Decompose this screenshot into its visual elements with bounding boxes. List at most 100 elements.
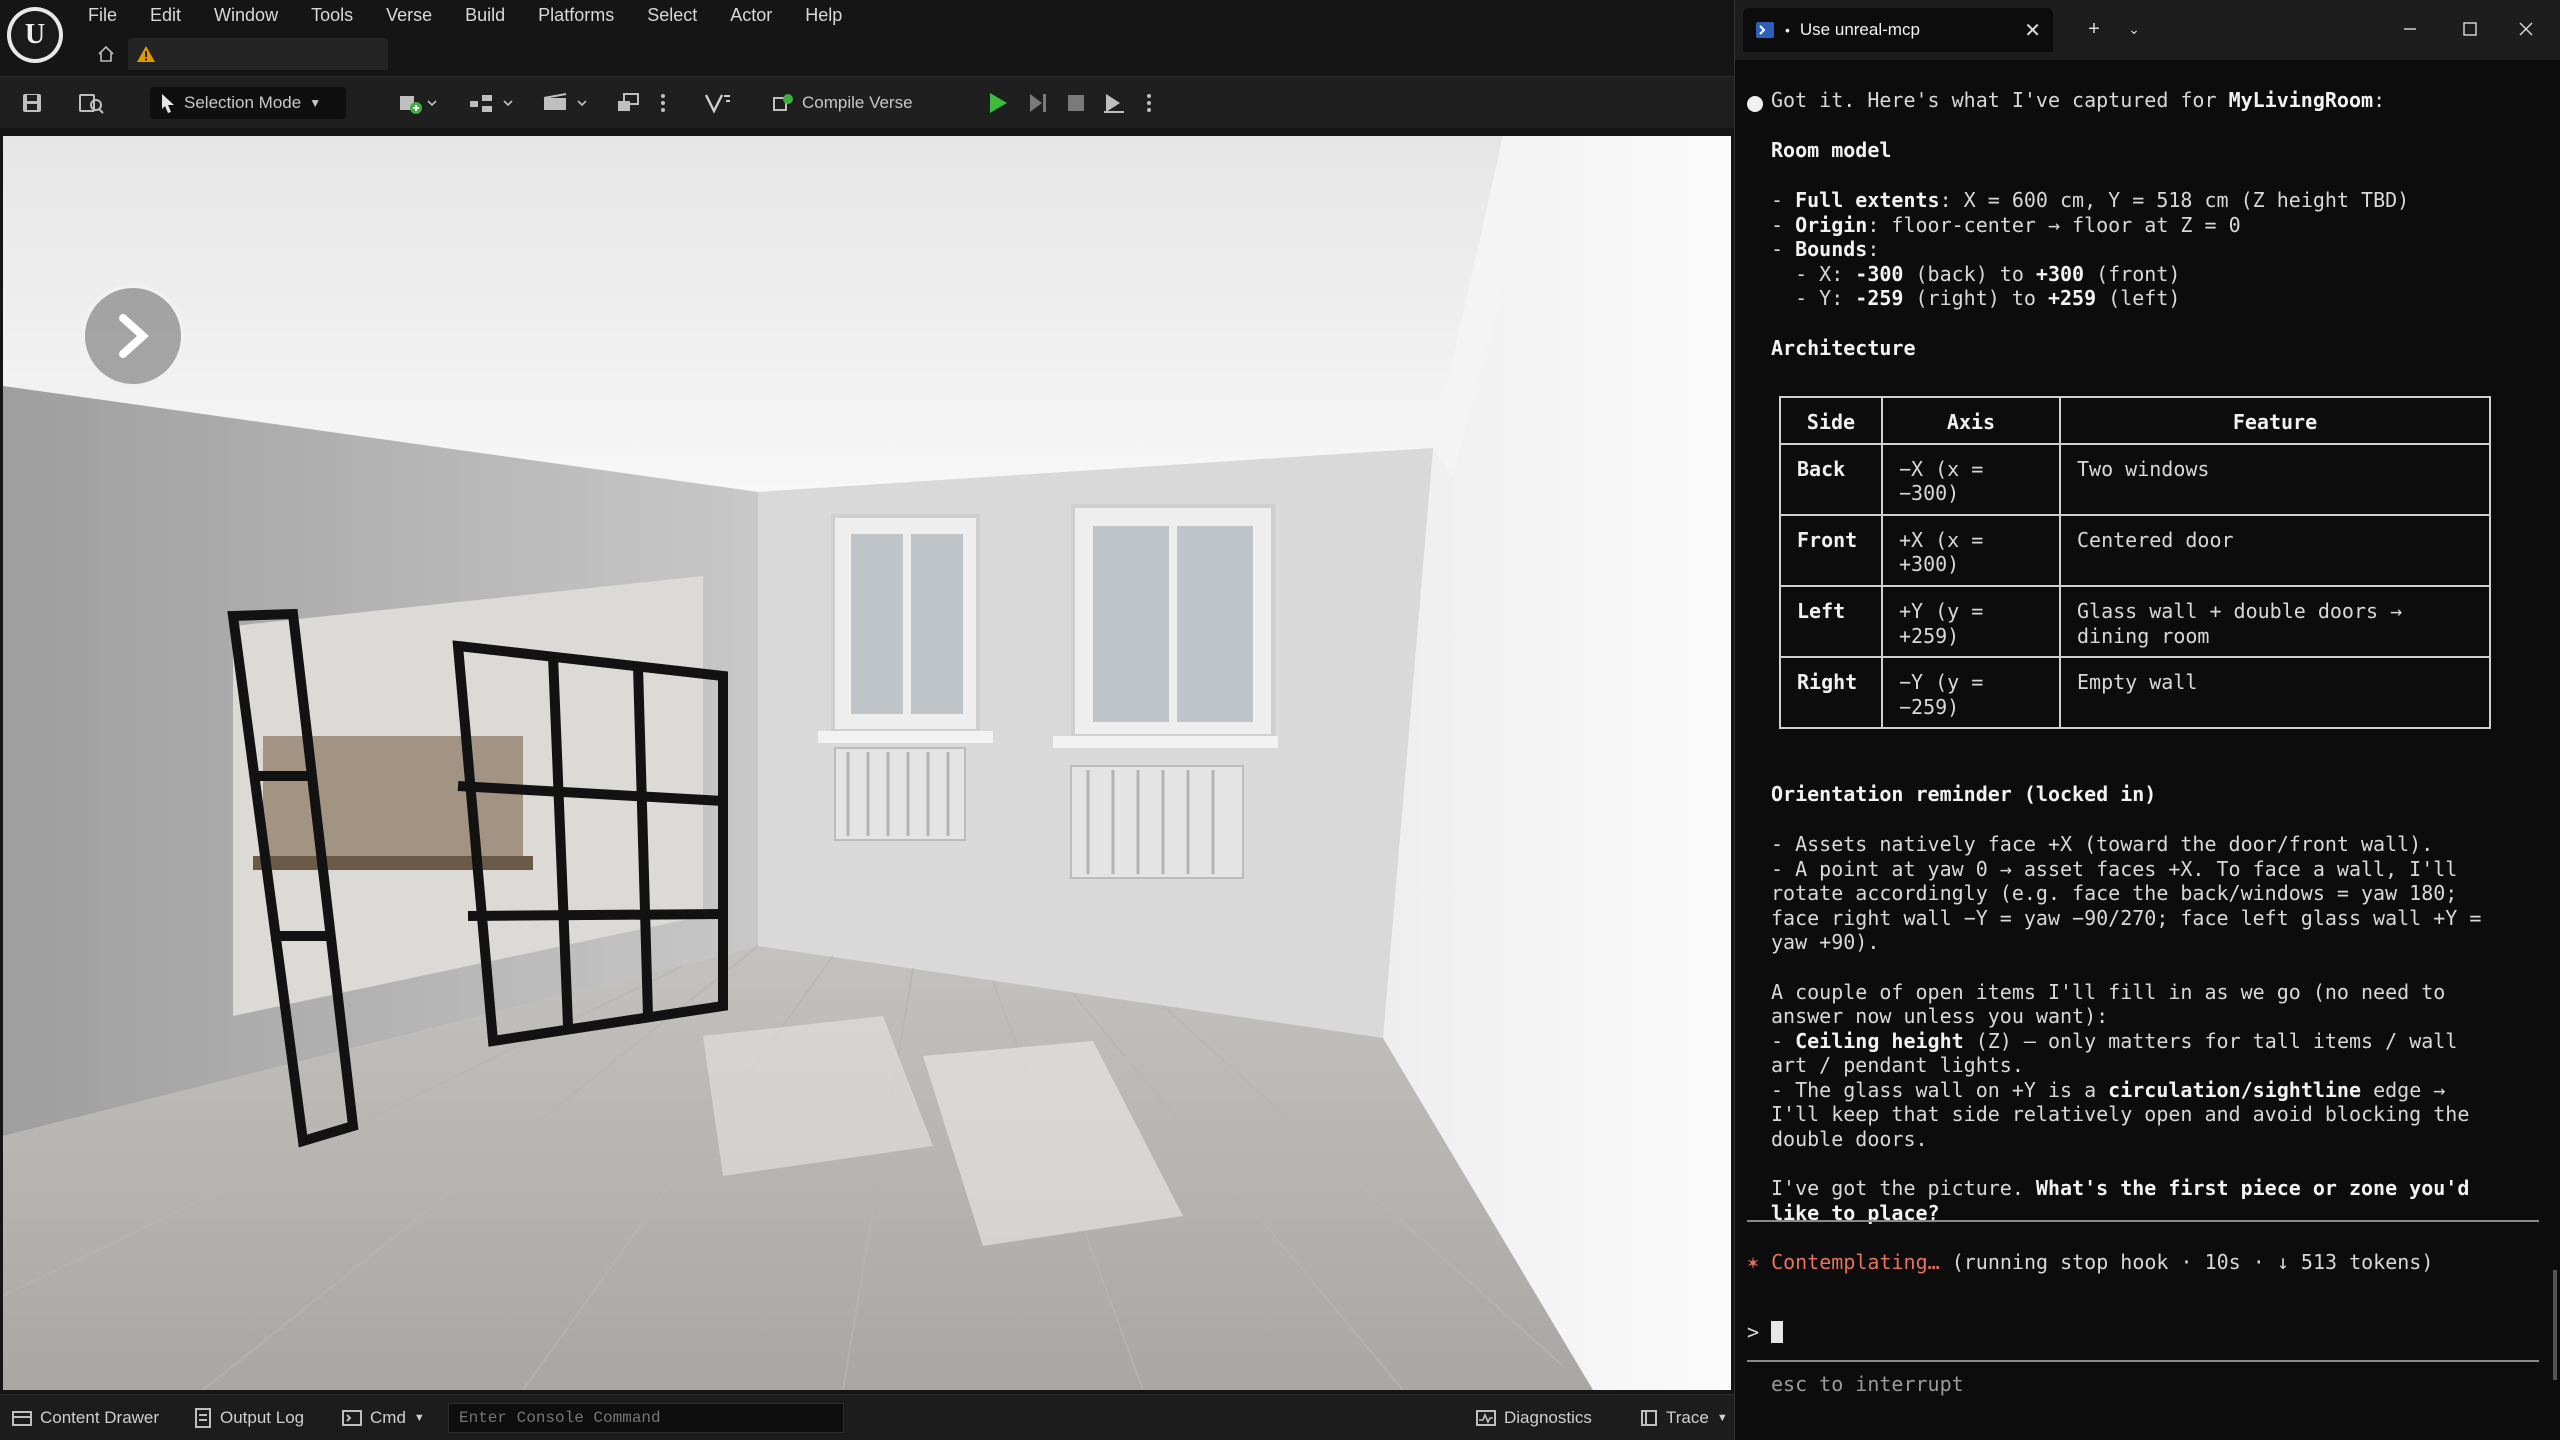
level-viewport[interactable] — [3, 136, 1731, 1390]
terminal-tab-title: Use unreal-mcp — [1799, 20, 1920, 39]
stop-icon[interactable] — [1060, 87, 1092, 119]
menu-file[interactable]: File — [88, 4, 117, 30]
home-tab[interactable] — [88, 39, 124, 69]
menu-tools[interactable]: Tools — [311, 4, 353, 30]
axis-line: +Y (y = — [1899, 598, 1984, 623]
origin-label: Origin — [1795, 213, 1868, 237]
tab-activity-dot: • — [1785, 22, 1790, 38]
unreal-logo-icon[interactable]: U — [7, 7, 63, 63]
verse-icon[interactable] — [700, 87, 736, 119]
bounds-x-mid: (back) to — [1903, 262, 2036, 286]
terminal-scrollbar[interactable] — [2553, 1270, 2557, 1380]
level-warning-icon — [137, 46, 155, 62]
prompt-input-cursor[interactable] — [1771, 1321, 1783, 1343]
more-options-icon[interactable] — [656, 87, 670, 119]
menu-build[interactable]: Build — [465, 4, 505, 30]
cmd-dropdown[interactable]: Cmd ▼ — [342, 1403, 425, 1433]
open-items-line: answer now unless you want): — [1771, 1004, 2109, 1028]
content-drawer-label: Content Drawer — [40, 1408, 160, 1427]
spinner-icon: ✶ — [1747, 1250, 1760, 1274]
chevron-down-icon: ▼ — [309, 96, 322, 110]
maximize-icon[interactable] — [2455, 14, 2485, 44]
table-cell-feature: Empty wall — [2059, 656, 2491, 730]
terminal-icon — [342, 1410, 362, 1426]
orientation-line: yaw +90). — [1771, 930, 1880, 954]
glass-line: - The glass wall on +Y is a circulation/… — [1771, 1078, 2445, 1103]
ceiling-text: (Z) — only matters for tall items / wall — [1963, 1029, 2458, 1053]
table-cell-axis: +X (x = +300) — [1881, 513, 2061, 587]
bounds-y-mid: (right) to — [1903, 286, 2048, 310]
question-line: I've got the picture. What's the first p… — [1771, 1176, 2469, 1201]
chevron-right-icon — [119, 314, 149, 358]
bounds-x-line: - X: -300 (back) to +300 (front) — [1771, 262, 2181, 286]
input-top-border — [1747, 1220, 2539, 1222]
compile-verse-label: Compile Verse — [802, 93, 913, 112]
blueprint-icon[interactable] — [466, 87, 518, 119]
chevron-down-icon: ▼ — [413, 1412, 425, 1424]
table-cell-side: Front — [1779, 513, 1883, 587]
step-forward-icon[interactable] — [1022, 87, 1054, 119]
axis-line: −X (x = — [1899, 456, 1984, 481]
intro-text: Got it. Here's what I've captured for — [1771, 88, 2229, 112]
chevron-down-icon: ▼ — [1716, 1412, 1728, 1424]
menu-window[interactable]: Window — [214, 4, 278, 30]
minimize-icon[interactable] — [2395, 14, 2425, 44]
architecture-heading: Architecture — [1771, 336, 1916, 360]
content-drawer-button[interactable]: Content Drawer — [12, 1403, 159, 1433]
table-cell-feature: Glass wall + double doors → dining room — [2059, 584, 2491, 659]
bounds-x-max: +300 — [2035, 262, 2085, 286]
cinematics-icon[interactable] — [540, 87, 592, 119]
table-cell-feature: Two windows — [2059, 442, 2491, 516]
new-tab-icon[interactable]: + — [2079, 14, 2109, 44]
message-bullet-icon — [1747, 96, 1763, 112]
feature-line: Glass wall + double doors → — [2077, 598, 2403, 623]
room-render — [3, 136, 1731, 1390]
terminal-titlebar: • Use unreal-mcp ✕ + ⌄ — [1735, 0, 2560, 60]
diagnostics-button[interactable]: Diagnostics — [1476, 1403, 1592, 1433]
menu-help[interactable]: Help — [805, 4, 842, 30]
intro-line: Got it. Here's what I've captured for My… — [1771, 88, 2386, 112]
tab-dropdown-icon[interactable]: ⌄ — [2119, 14, 2149, 44]
menu-select[interactable]: Select — [647, 4, 697, 30]
menu-bar: File Edit Window Tools Verse Build Platf… — [88, 4, 875, 30]
unreal-editor-window: U File Edit Window Tools Verse Build Pla… — [0, 0, 1734, 1440]
ue-status-bar: Content Drawer Output Log Cmd ▼ Diagnost… — [0, 1394, 1734, 1440]
close-window-icon[interactable] — [2511, 14, 2541, 44]
axis-line: +X (x = — [1899, 527, 1984, 552]
trace-dropdown[interactable]: Trace ▼ — [1640, 1403, 1728, 1433]
viewport-expand-button[interactable] — [81, 284, 185, 388]
extents-label: Full extents — [1795, 188, 1940, 212]
open-items-line: A couple of open items I'll fill in as w… — [1771, 980, 2446, 1004]
room-line-extents: - Full extents: X = 600 cm, Y = 518 cm (… — [1771, 188, 2410, 212]
terminal-tab[interactable]: • Use unreal-mcp ✕ — [1743, 8, 2053, 52]
output-log-icon — [195, 1408, 211, 1428]
platforms-icon[interactable] — [612, 87, 646, 119]
play-options-icon[interactable] — [1142, 87, 1156, 119]
terminal-output: Got it. Here's what I've captured for My… — [1735, 88, 2560, 1440]
menu-platforms[interactable]: Platforms — [538, 4, 614, 30]
close-tab-icon[interactable]: ✕ — [2024, 18, 2041, 43]
compile-verse-button[interactable]: Compile Verse — [772, 87, 932, 119]
cmd-label: Cmd — [370, 1408, 406, 1427]
bounds-y-min: -259 — [1855, 286, 1904, 310]
play-icon[interactable] — [982, 87, 1014, 119]
table-cell-axis: +Y (y = +259) — [1881, 584, 2061, 659]
axis-line: −Y (y = — [1899, 670, 1984, 695]
powershell-icon — [1756, 22, 1774, 38]
console-command-input[interactable] — [448, 1403, 844, 1433]
save-icon[interactable] — [16, 87, 48, 119]
menu-edit[interactable]: Edit — [150, 4, 181, 30]
interrupt-hint: esc to interrupt — [1771, 1372, 1964, 1396]
output-log-label: Output Log — [220, 1408, 305, 1427]
selection-mode-dropdown[interactable]: Selection Mode ▼ — [150, 87, 346, 119]
content-browser-icon[interactable] — [74, 87, 108, 119]
status-detail: (running stop hook · 10s · ↓ 513 tokens) — [1939, 1250, 2434, 1274]
level-tab[interactable] — [128, 38, 388, 70]
bounds-x-end: (front) — [2084, 262, 2181, 286]
menu-verse[interactable]: Verse — [386, 4, 432, 30]
launch-icon[interactable] — [1098, 87, 1130, 119]
room-model-heading: Room model — [1771, 138, 1892, 162]
add-actor-icon[interactable] — [394, 87, 442, 119]
output-log-button[interactable]: Output Log — [194, 1403, 304, 1433]
menu-actor[interactable]: Actor — [730, 4, 772, 30]
